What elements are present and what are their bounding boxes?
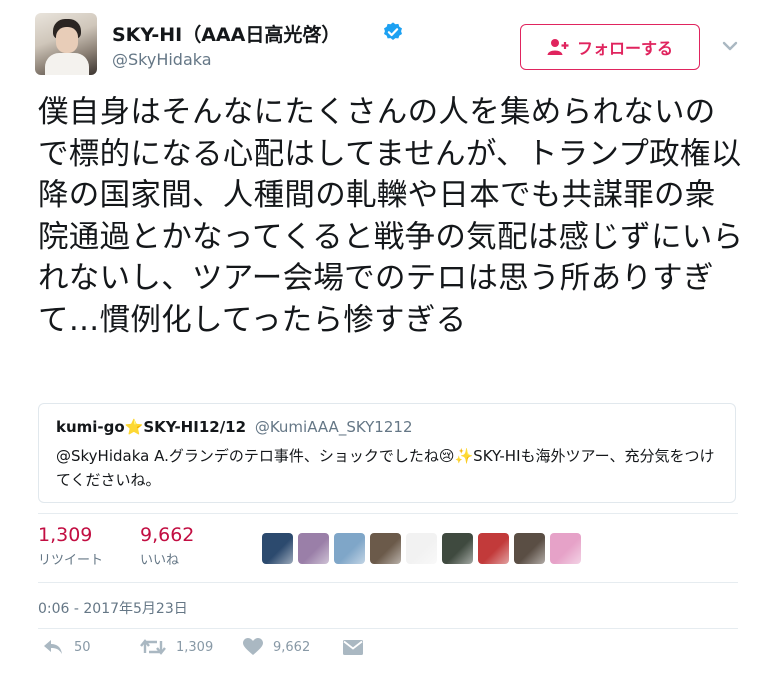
- direct-message-button[interactable]: [343, 640, 363, 655]
- retweet-icon: [140, 639, 166, 655]
- quoted-tweet-handle: @KumiAAA_SKY1212: [254, 418, 413, 436]
- retweet-count: 1,309: [38, 524, 93, 546]
- like-button[interactable]: 9,662: [243, 638, 310, 656]
- verified-badge-icon: [384, 22, 402, 40]
- liked-by-avatar[interactable]: [550, 533, 581, 564]
- like-action-count: 9,662: [273, 639, 311, 655]
- add-user-icon: [547, 39, 569, 55]
- retweet-button[interactable]: 1,309: [140, 638, 213, 656]
- user-handle[interactable]: @SkyHidaka: [112, 50, 212, 69]
- liked-by-avatar[interactable]: [370, 533, 401, 564]
- divider: [38, 628, 738, 629]
- liked-by-avatar[interactable]: [478, 533, 509, 564]
- liked-by-avatars: [262, 533, 581, 564]
- quoted-tweet-name: kumi-go⭐SKY-HI12/12: [56, 418, 247, 436]
- reply-count: 50: [74, 639, 91, 655]
- envelope-icon: [343, 640, 363, 655]
- like-count: 9,662: [140, 524, 195, 546]
- retweet-label: リツイート: [38, 553, 104, 568]
- follow-button[interactable]: フォローする: [520, 24, 700, 70]
- liked-by-avatar[interactable]: [514, 533, 545, 564]
- reply-icon: [44, 640, 62, 654]
- reply-button[interactable]: 50: [42, 638, 91, 656]
- divider: [38, 582, 738, 583]
- retweet-action-count: 1,309: [176, 639, 214, 655]
- heart-icon: [243, 638, 263, 655]
- liked-by-avatar[interactable]: [298, 533, 329, 564]
- liked-by-avatar[interactable]: [262, 533, 293, 564]
- liked-by-avatar[interactable]: [334, 533, 365, 564]
- quoted-tweet-text: @SkyHidaka A.グランデのテロ事件、ショックでしたね😢✨SKY-HIも…: [56, 447, 715, 489]
- divider: [38, 513, 738, 514]
- like-label: いいね: [140, 553, 180, 568]
- profile-avatar[interactable]: [35, 13, 97, 75]
- tweet-timestamp[interactable]: 0:06 - 2017年5月23日: [38, 598, 188, 618]
- retweet-stat[interactable]: 1,309 リツイート: [38, 524, 103, 568]
- like-stat[interactable]: 9,662 いいね: [140, 524, 194, 568]
- chevron-down-icon[interactable]: [722, 40, 738, 52]
- display-name[interactable]: SKY-HI（AAA日高光啓）: [112, 20, 340, 47]
- tweet-text: 僕自身はそんなにたくさんの人を集められないので標的になる心配はしてませんが、トラ…: [38, 95, 744, 338]
- liked-by-avatar[interactable]: [406, 533, 437, 564]
- liked-by-avatar[interactable]: [442, 533, 473, 564]
- follow-button-label: フォローする: [576, 41, 673, 58]
- quoted-tweet[interactable]: kumi-go⭐SKY-HI12/12 @KumiAAA_SKY1212 @Sk…: [38, 403, 736, 503]
- quoted-tweet-header: kumi-go⭐SKY-HI12/12 @KumiAAA_SKY1212: [56, 418, 412, 436]
